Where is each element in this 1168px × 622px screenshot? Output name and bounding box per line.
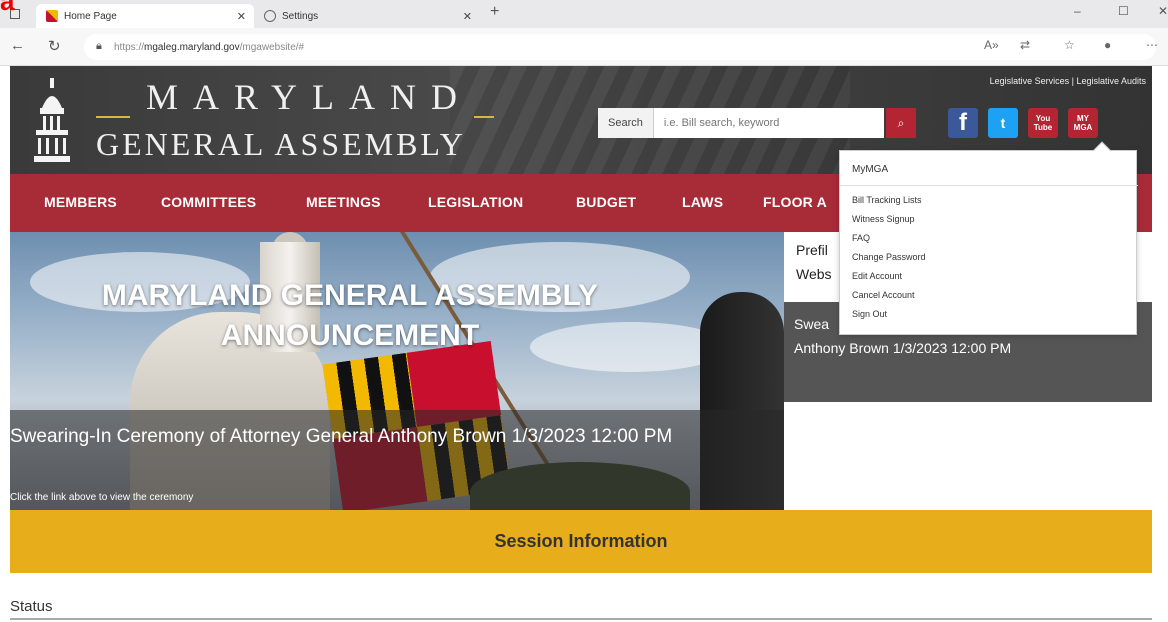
tab-home-page-label: Home Page (64, 10, 117, 22)
dropdown-title: MyMGA (852, 164, 889, 175)
brand-general-assembly[interactable]: GENERAL ASSEMBLY (96, 126, 466, 163)
nav-members[interactable]: MEMBERS (44, 194, 117, 210)
mymga-dropdown: MyMGA Bill Tracking Lists Witness Signup… (839, 141, 1138, 335)
url-prefix: https:// (114, 41, 145, 53)
nav-floor-actions[interactable]: FLOOR A (763, 194, 827, 210)
refresh-icon[interactable]: ↻ (48, 37, 61, 55)
top-links[interactable]: Legislative Services | Legislative Audit… (990, 76, 1146, 86)
hero-title-line2: ANNOUNCEMENT (220, 319, 480, 352)
close-window-button[interactable]: ✕ (1158, 4, 1168, 18)
statehouse-dome-logo-icon[interactable] (32, 78, 72, 164)
back-arrow-icon[interactable]: ← (10, 37, 25, 54)
translate-icon[interactable]: ⇄ (1020, 38, 1030, 52)
search-label: Search (598, 108, 654, 138)
nav-laws[interactable]: LAWS (682, 194, 723, 210)
status-heading: Status (10, 598, 53, 615)
session-information-label: Session Information (494, 531, 668, 551)
hero-title-line1: MARYLAND GENERAL ASSEMBLY (101, 279, 599, 312)
website-link[interactable]: Webs (796, 266, 832, 282)
hero-headline-link[interactable]: Swearing-In Ceremony of Attorney General… (10, 426, 784, 448)
search-input[interactable] (653, 117, 844, 129)
minimize-button[interactable]: – (1074, 4, 1081, 18)
new-tab-button[interactable]: + (490, 3, 499, 21)
menu-item-faq[interactable]: FAQ (852, 233, 870, 243)
twitter-icon[interactable]: t (988, 108, 1018, 138)
brand-rule-left (96, 116, 130, 118)
close-tab-icon[interactable]: ✕ (463, 10, 472, 23)
prefile-link[interactable]: Prefil (796, 242, 828, 258)
gear-icon (264, 10, 276, 22)
announcement-text[interactable]: Anthony Brown 1/3/2023 12:00 PM (794, 340, 1011, 356)
brand-rule-right (474, 116, 494, 118)
hero-banner[interactable]: MARYLAND GENERAL ASSEMBLY ANNOUNCEMENT S… (10, 232, 784, 510)
browser-tab-bar: Home Page ✕ Settings ✕ + – ☐ ✕ (0, 0, 1168, 28)
tab-home-page[interactable]: Home Page ✕ (36, 4, 254, 28)
brand-maryland[interactable]: MARYLAND (146, 76, 472, 118)
menu-item-bill-tracking-lists[interactable]: Bill Tracking Lists (852, 195, 922, 205)
app-window: Home Page ✕ Settings ✕ + – ☐ ✕ ← ↻ 🔒︎ ht… (0, 0, 1168, 622)
search-box: Search (598, 108, 884, 138)
browser-address-bar: ← ↻ 🔒︎ https:// mgaleg.maryland.gov /mga… (0, 28, 1168, 66)
favorite-star-icon[interactable]: ☆ (1064, 38, 1075, 52)
dropdown-divider (840, 185, 1138, 186)
youtube-icon[interactable]: You Tube (1028, 108, 1058, 138)
tab-settings[interactable]: Settings ✕ (258, 4, 480, 28)
menu-item-witness-signup[interactable]: Witness Signup (852, 214, 915, 224)
menu-item-edit-account[interactable]: Edit Account (852, 271, 902, 281)
url-domain: mgaleg.maryland.gov (144, 41, 240, 53)
announcement-title[interactable]: Swea (794, 316, 829, 332)
url-path: /mgawebsite/# (239, 41, 305, 53)
close-tab-icon[interactable]: ✕ (237, 10, 246, 23)
status-divider (10, 618, 1152, 620)
maximize-button[interactable]: ☐ (1118, 4, 1129, 18)
profile-avatar-icon[interactable]: ● (1104, 38, 1111, 52)
hero-title: MARYLAND GENERAL ASSEMBLY ANNOUNCEMENT (70, 276, 630, 356)
nav-meetings[interactable]: MEETINGS (306, 194, 381, 210)
tab-settings-label: Settings (282, 10, 319, 22)
hero-subtext: Click the link above to view the ceremon… (10, 492, 194, 503)
nav-legislation[interactable]: LEGISLATION (428, 194, 523, 210)
mymga-icon[interactable]: MY MGA (1068, 108, 1098, 138)
facebook-icon[interactable]: f (948, 108, 978, 138)
search-button[interactable]: ⌕ (886, 108, 916, 138)
search-icon: ⌕ (897, 115, 905, 130)
nav-committees[interactable]: COMMITTEES (161, 194, 256, 210)
more-menu-icon[interactable]: ⋯ (1146, 38, 1158, 52)
hero-caption: Swearing-In Ceremony of Attorney General… (10, 410, 784, 510)
menu-item-change-password[interactable]: Change Password (852, 252, 926, 262)
menu-item-cancel-account[interactable]: Cancel Account (852, 290, 915, 300)
nav-budget[interactable]: BUDGET (576, 194, 636, 210)
read-aloud-icon[interactable]: A» (984, 38, 999, 52)
maryland-flag-icon (46, 10, 58, 22)
session-information-bar[interactable]: Session Information (10, 510, 1152, 573)
menu-item-sign-out[interactable]: Sign Out (852, 309, 887, 319)
lock-icon: 🔒︎ (96, 40, 102, 52)
overlay-annotation: a (0, 0, 16, 16)
